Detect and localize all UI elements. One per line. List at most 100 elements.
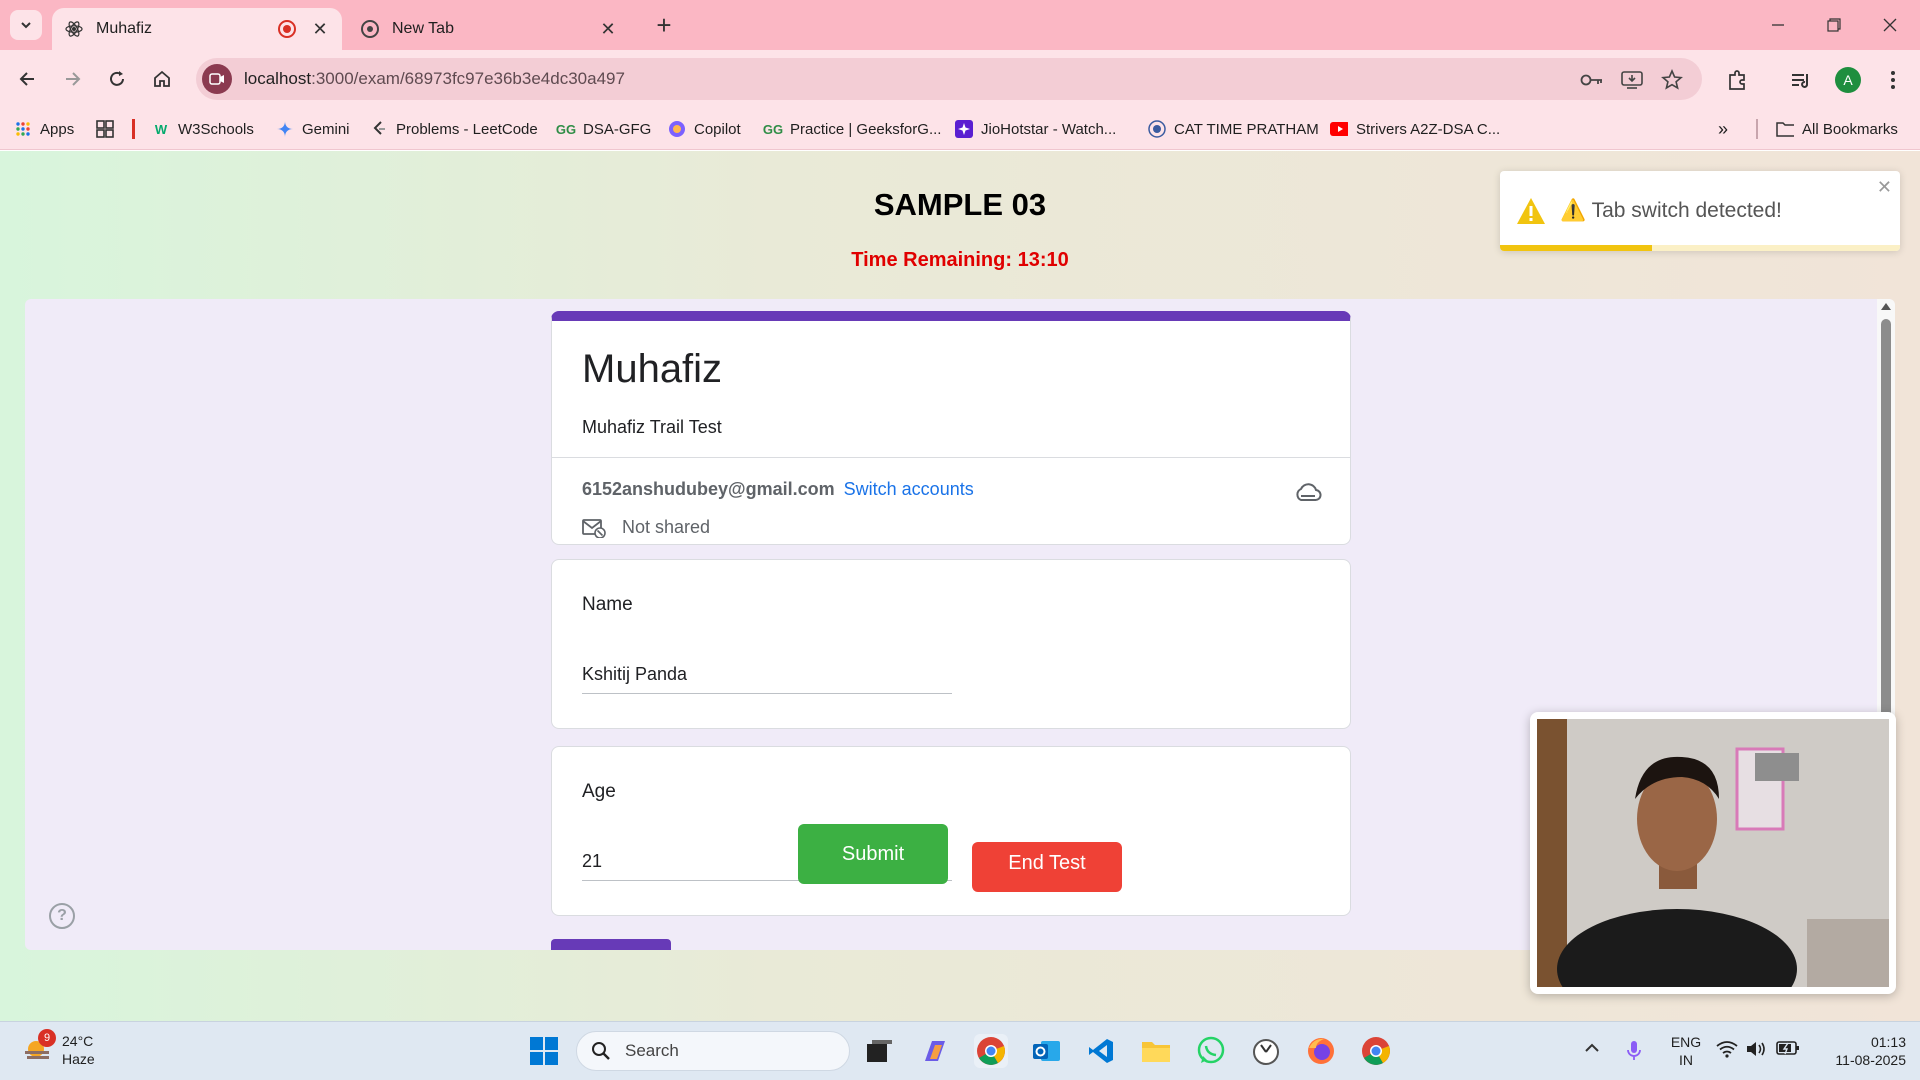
outlook-app[interactable] — [1029, 1034, 1063, 1068]
vscode-app[interactable] — [1084, 1034, 1118, 1068]
home-button[interactable] — [145, 62, 179, 96]
bookmark-label: DSA-GFG — [583, 120, 652, 138]
copilot-app[interactable] — [918, 1034, 952, 1068]
restore-button[interactable] — [1806, 0, 1862, 50]
tab-muhafiz[interactable]: Muhafiz ✕ — [52, 8, 342, 50]
wifi-button[interactable] — [1716, 1040, 1738, 1061]
weather-description: Haze — [62, 1051, 95, 1067]
more-bookmarks-button[interactable]: » — [1718, 118, 1728, 140]
chrome-app[interactable] — [974, 1034, 1008, 1068]
clock-app[interactable] — [1249, 1034, 1283, 1068]
tab-groups-button[interactable] — [96, 118, 122, 140]
bookmark-dsa-gfg[interactable]: GG DSA-GFG — [556, 118, 652, 140]
close-window-button[interactable] — [1862, 0, 1918, 50]
whatsapp-app[interactable] — [1194, 1034, 1228, 1068]
bookmark-gemini[interactable]: Gemini — [276, 118, 350, 140]
firefox-app[interactable] — [1304, 1034, 1338, 1068]
question-card-name: Name Kshitij Panda — [551, 559, 1351, 729]
tab-new-tab[interactable]: New Tab ✕ — [348, 8, 630, 50]
microphone-icon — [1627, 1041, 1641, 1060]
file-explorer-app[interactable] — [1139, 1034, 1173, 1068]
show-hidden-icons-button[interactable] — [1584, 1040, 1600, 1059]
windows-start-button[interactable] — [527, 1034, 561, 1068]
new-tab-button[interactable]: + — [650, 12, 678, 40]
windows-logo-icon — [530, 1037, 558, 1065]
arrow-right-icon — [66, 72, 81, 86]
react-icon — [64, 19, 84, 39]
extensions-button[interactable] — [1722, 65, 1752, 95]
webcam-preview — [1530, 712, 1896, 994]
chevron-down-icon — [21, 22, 31, 29]
chrome-icon — [1362, 1037, 1390, 1065]
submit-button[interactable]: Submit — [798, 824, 948, 884]
address-bar[interactable]: localhost:3000/exam/68973fc97e36b3e4dc30… — [196, 58, 1702, 100]
battery-button[interactable] — [1776, 1040, 1800, 1059]
task-view-icon — [867, 1040, 892, 1062]
bookmark-copilot[interactable]: Copilot — [668, 118, 741, 140]
bookmark-label: W3Schools — [178, 120, 254, 138]
taskbar-search[interactable]: Search — [576, 1031, 850, 1071]
back-button[interactable] — [10, 62, 44, 96]
reload-button[interactable] — [100, 62, 134, 96]
time-remaining: Time Remaining: 13:10 — [851, 249, 1069, 271]
home-icon — [154, 70, 170, 87]
forward-button[interactable] — [56, 62, 90, 96]
profile-button[interactable]: A — [1833, 65, 1863, 95]
tab-search-button[interactable] — [10, 10, 42, 40]
bookmark-leetcode[interactable]: Problems - LeetCode — [370, 118, 538, 140]
task-view-button[interactable] — [862, 1034, 896, 1068]
bookmark-practice-gfg[interactable]: GG Practice | GeeksforG... — [763, 118, 942, 140]
end-test-button[interactable]: End Test — [972, 842, 1122, 892]
bookmark-label: All Bookmarks — [1802, 120, 1898, 138]
form-description: Muhafiz Trail Test — [582, 417, 722, 437]
kebab-menu-icon — [1891, 71, 1895, 89]
chrome-profile-app[interactable] — [1359, 1034, 1393, 1068]
minimize-button[interactable] — [1750, 0, 1806, 50]
switch-accounts-link[interactable]: Switch accounts — [844, 479, 974, 499]
chrome-menu-button[interactable] — [1878, 65, 1908, 95]
help-icon[interactable]: ? — [49, 903, 75, 929]
system-clock[interactable]: 01:13 11-08-2025 — [1816, 1033, 1906, 1069]
password-key-icon[interactable] — [1578, 66, 1606, 94]
close-tab-icon[interactable]: ✕ — [598, 19, 618, 39]
bookmark-separator — [1756, 119, 1758, 139]
media-queue-icon — [1792, 74, 1808, 88]
folder-icon — [1776, 120, 1794, 138]
browser-titlebar: Muhafiz ✕ New Tab ✕ + — [0, 0, 1920, 50]
bookmark-star-icon[interactable] — [1658, 66, 1686, 94]
bookmark-label: Copilot — [694, 120, 741, 138]
all-bookmarks-button[interactable]: All Bookmarks — [1776, 118, 1898, 140]
bookmark-label: Apps — [40, 120, 75, 138]
volume-button[interactable] — [1746, 1040, 1768, 1061]
scroll-up-icon[interactable] — [1881, 303, 1891, 310]
form-submit-button-partial[interactable] — [551, 939, 671, 950]
microphone-button[interactable] — [1626, 1040, 1642, 1065]
camera-recording-icon[interactable] — [202, 64, 232, 94]
account-email: 6152anshudubey@gmail.com Switch accounts — [582, 479, 974, 499]
hotstar-icon — [955, 120, 973, 138]
avatar: A — [1835, 67, 1861, 93]
bookmark-cat-time[interactable]: CAT TIME PRATHAM — [1148, 118, 1319, 140]
language-indicator[interactable]: ENG IN — [1666, 1033, 1706, 1069]
question-card-age: Age 21 — [551, 746, 1351, 916]
bookmark-strivers[interactable]: Strivers A2Z-DSA C... — [1330, 118, 1500, 140]
name-answer-field[interactable]: Kshitij Panda — [582, 660, 952, 694]
install-app-icon[interactable] — [1618, 66, 1646, 94]
bookmark-w3schools[interactable]: W W3Schools — [152, 118, 254, 140]
youtube-icon — [1330, 120, 1348, 138]
cloud-save-icon — [1296, 483, 1322, 501]
firefox-icon — [1308, 1038, 1334, 1064]
bookmark-separator — [132, 119, 135, 139]
scrollbar-thumb[interactable] — [1881, 319, 1891, 779]
toast-progress-fill — [1500, 245, 1652, 251]
tab-switch-toast: ⚠️ Tab switch detected! ✕ — [1500, 171, 1900, 251]
bookmark-apps[interactable]: Apps — [14, 118, 74, 140]
close-toast-button[interactable]: ✕ — [1877, 177, 1892, 198]
close-tab-icon[interactable]: ✕ — [310, 19, 330, 39]
bookmark-jiohotstar[interactable]: JioHotstar - Watch... — [955, 118, 1116, 140]
restore-icon — [1827, 18, 1841, 32]
bookmark-label: CAT TIME PRATHAM — [1174, 120, 1319, 138]
warning-icon — [1517, 198, 1545, 224]
weather-widget[interactable]: 9 24°C Haze — [22, 1029, 95, 1068]
media-control-button[interactable] — [1786, 65, 1816, 95]
